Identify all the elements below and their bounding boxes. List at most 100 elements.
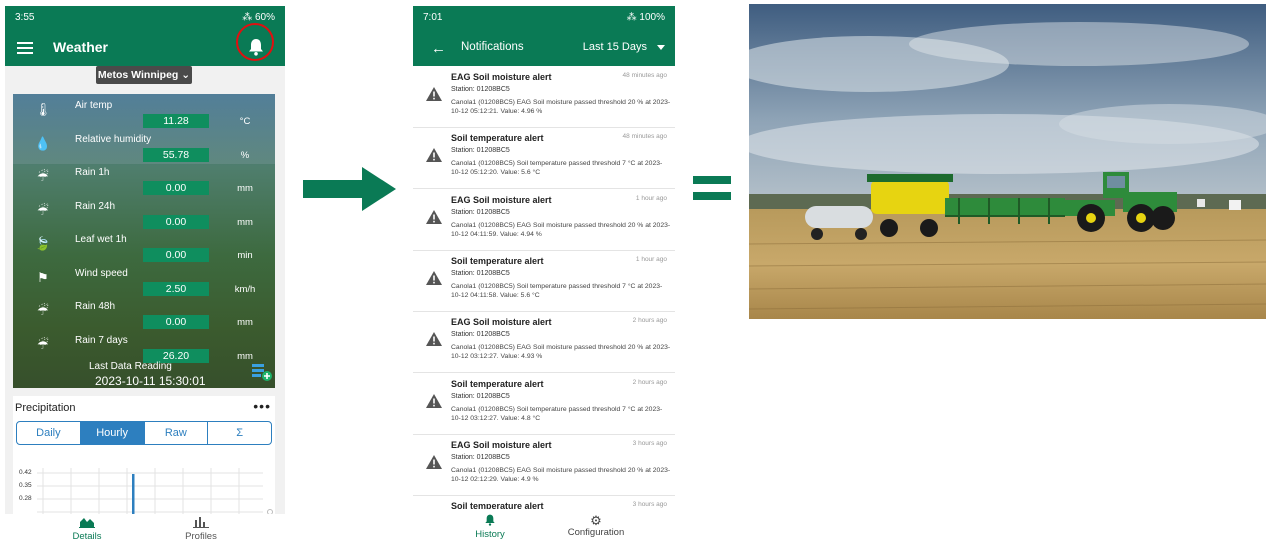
sensor-name: Rain 24h bbox=[75, 200, 116, 212]
notification-item[interactable]: Soil temperature alert 48 minutes ago Stat… bbox=[413, 127, 675, 190]
add-chart-icon[interactable] bbox=[251, 362, 273, 382]
nav-details[interactable]: Details bbox=[55, 516, 119, 540]
notification-item[interactable]: EAG Soil moisture alert 3 hours ago Statio… bbox=[413, 434, 675, 496]
notification-title: Soil temperature alert bbox=[451, 255, 544, 266]
nav-configuration[interactable]: ⚙ Configuration bbox=[561, 514, 631, 538]
equals-bar bbox=[693, 176, 731, 184]
last-reading-label: Last Data Reading bbox=[89, 361, 172, 372]
sensor-row: 🍃 Leaf wet 1h 0.00 min bbox=[13, 232, 275, 265]
notification-title: Soil temperature alert bbox=[451, 501, 544, 509]
notification-message: Canola1 (01208BC5) EAG Soil moisture pas… bbox=[451, 466, 671, 483]
notification-title: EAG Soil moisture alert bbox=[451, 317, 552, 328]
sensor-name: Wind speed bbox=[75, 267, 128, 279]
notifications-screen: 7:01 ⁂ 100% ← Notifications Last 15 Days… bbox=[413, 6, 675, 540]
sensor-row: ☔ Rain 24h 0.00 mm bbox=[13, 199, 275, 232]
nav-profiles[interactable]: Profiles bbox=[169, 516, 233, 540]
y-tick: 0.28 bbox=[19, 495, 32, 502]
tractor-field-photo bbox=[749, 4, 1266, 319]
tab-sum[interactable]: Σ bbox=[208, 422, 271, 444]
bottom-nav: History ⚙ Configuration bbox=[413, 509, 675, 540]
bottom-nav: Details Profiles bbox=[5, 514, 285, 540]
caret-down-icon[interactable] bbox=[657, 45, 665, 50]
station-selector[interactable]: Metos Winnipeg ⌄ bbox=[96, 66, 192, 84]
notification-list: EAG Soil moisture alert 48 minutes ago Sta… bbox=[413, 66, 675, 509]
sensor-name: Relative humidity bbox=[75, 133, 152, 145]
bar-chart-icon bbox=[193, 517, 209, 528]
windsock-icon: ⚑ bbox=[37, 269, 49, 285]
chart-bar bbox=[132, 474, 135, 516]
notification-time: 1 hour ago bbox=[635, 194, 667, 202]
nav-history[interactable]: History bbox=[458, 514, 522, 540]
sensor-unit: mm bbox=[237, 350, 253, 362]
signal-icon: ⁂ bbox=[242, 12, 253, 23]
sensor-name: Rain 7 days bbox=[75, 334, 128, 346]
sensor-name: Leaf wet 1h bbox=[75, 234, 127, 245]
chevron-down-icon: ⌄ bbox=[181, 69, 191, 81]
warning-icon bbox=[426, 209, 442, 224]
warning-icon bbox=[426, 148, 442, 163]
status-battery: ⁂ 60% bbox=[242, 12, 275, 23]
notification-time: 3 hours ago bbox=[632, 439, 667, 447]
notification-item[interactable]: Soil temperature alert 2 hours ago Station… bbox=[413, 373, 675, 435]
tab-hourly[interactable]: Hourly bbox=[80, 422, 145, 444]
period-tabs: Daily Hourly Raw Σ bbox=[16, 421, 272, 445]
bell-icon bbox=[485, 514, 495, 526]
menu-icon[interactable] bbox=[17, 42, 33, 54]
notification-message: Canola1 (01208BC5) EAG Soil moisture pas… bbox=[451, 344, 671, 361]
sensor-unit: mm bbox=[237, 317, 253, 328]
warning-icon bbox=[426, 454, 442, 469]
notification-message: Canola1 (01208BC5) Soil temperature pass… bbox=[451, 282, 663, 299]
tab-raw[interactable]: Raw bbox=[145, 422, 209, 444]
highlight-circle bbox=[236, 23, 274, 61]
sensor-unit: °C bbox=[239, 116, 251, 127]
rain-icon: ☔ bbox=[37, 169, 49, 184]
warning-icon bbox=[426, 87, 442, 101]
more-options-icon[interactable]: ••• bbox=[253, 398, 271, 414]
chart-area-icon bbox=[79, 518, 95, 528]
warning-icon bbox=[426, 270, 442, 285]
sensor-value: 0.00 bbox=[143, 248, 209, 262]
period-selector[interactable]: Last 15 Days bbox=[583, 41, 647, 53]
notification-title: Soil temperature alert bbox=[451, 133, 544, 144]
arrow-head bbox=[362, 167, 396, 211]
weather-app-screen: 3:55 ⁂ 60% Weather Metos Winnipeg ⌄ 🌡 Air… bbox=[5, 6, 285, 540]
notification-time: 2 hours ago bbox=[632, 378, 667, 386]
sensor-value: 0.00 bbox=[143, 181, 209, 195]
notification-title: EAG Soil moisture alert bbox=[451, 194, 552, 205]
warning-icon bbox=[426, 393, 442, 408]
notification-item[interactable]: Soil temperature alert 3 hours ago bbox=[413, 495, 675, 509]
sensor-panel: 🌡 Air temp 11.28 °C 💧 Relative humidity 55.78%… bbox=[13, 94, 275, 388]
notification-message: Canola1 (01208BC5) EAG Soil moisture pas… bbox=[451, 99, 671, 115]
status-time: 3:55 bbox=[15, 12, 35, 23]
notification-station: Station: 01208BC5 bbox=[451, 331, 510, 339]
humidity-icon: 💧 bbox=[34, 135, 52, 151]
notification-message: Canola1 (01208BC5) Soil temperature pass… bbox=[451, 405, 663, 422]
notification-item[interactable]: Soil temperature alert 1 hour ago Station:… bbox=[413, 250, 675, 312]
notification-station: Station: 01208BC5 bbox=[451, 453, 510, 461]
status-battery: ⁂ 100% bbox=[626, 12, 665, 23]
notification-item[interactable]: EAG Soil moisture alert 2 hours ago Statio… bbox=[413, 311, 675, 374]
tab-daily[interactable]: Daily bbox=[17, 422, 81, 444]
rain-icon: ☔ bbox=[37, 202, 49, 218]
notification-time: 1 hour ago bbox=[635, 255, 667, 263]
sensor-unit: km/h bbox=[234, 283, 256, 295]
equals-bar bbox=[693, 192, 731, 200]
notification-time: 48 minutes ago bbox=[622, 133, 667, 141]
sensor-row: ⚑ Wind speed 2.50 km/h bbox=[13, 266, 275, 299]
notification-message: Canola1 (01208BC5) EAG Soil moisture pas… bbox=[451, 221, 671, 238]
rain-icon: ☔ bbox=[37, 336, 49, 352]
notification-station: Station: 01208BC5 bbox=[451, 392, 510, 400]
sensor-unit: % bbox=[240, 149, 250, 161]
sensor-unit: min bbox=[237, 250, 253, 261]
page-title: Notifications bbox=[461, 41, 524, 53]
notification-title: EAG Soil moisture alert bbox=[451, 72, 552, 82]
sensor-value: 0.00 bbox=[143, 315, 209, 329]
signal-icon: ⁂ bbox=[626, 12, 637, 23]
leaf-icon: 🍃 bbox=[34, 236, 52, 251]
back-arrow-icon[interactable]: ← bbox=[431, 40, 446, 57]
precipitation-chart bbox=[37, 468, 273, 516]
notification-time: 48 minutes ago bbox=[622, 72, 667, 79]
sensor-row: ☔ Rain 1h 0.00 mm bbox=[13, 165, 275, 198]
notification-item[interactable]: EAG Soil moisture alert 48 minutes ago Sta… bbox=[413, 66, 675, 128]
notification-item[interactable]: EAG Soil moisture alert 1 hour ago Station… bbox=[413, 189, 675, 251]
